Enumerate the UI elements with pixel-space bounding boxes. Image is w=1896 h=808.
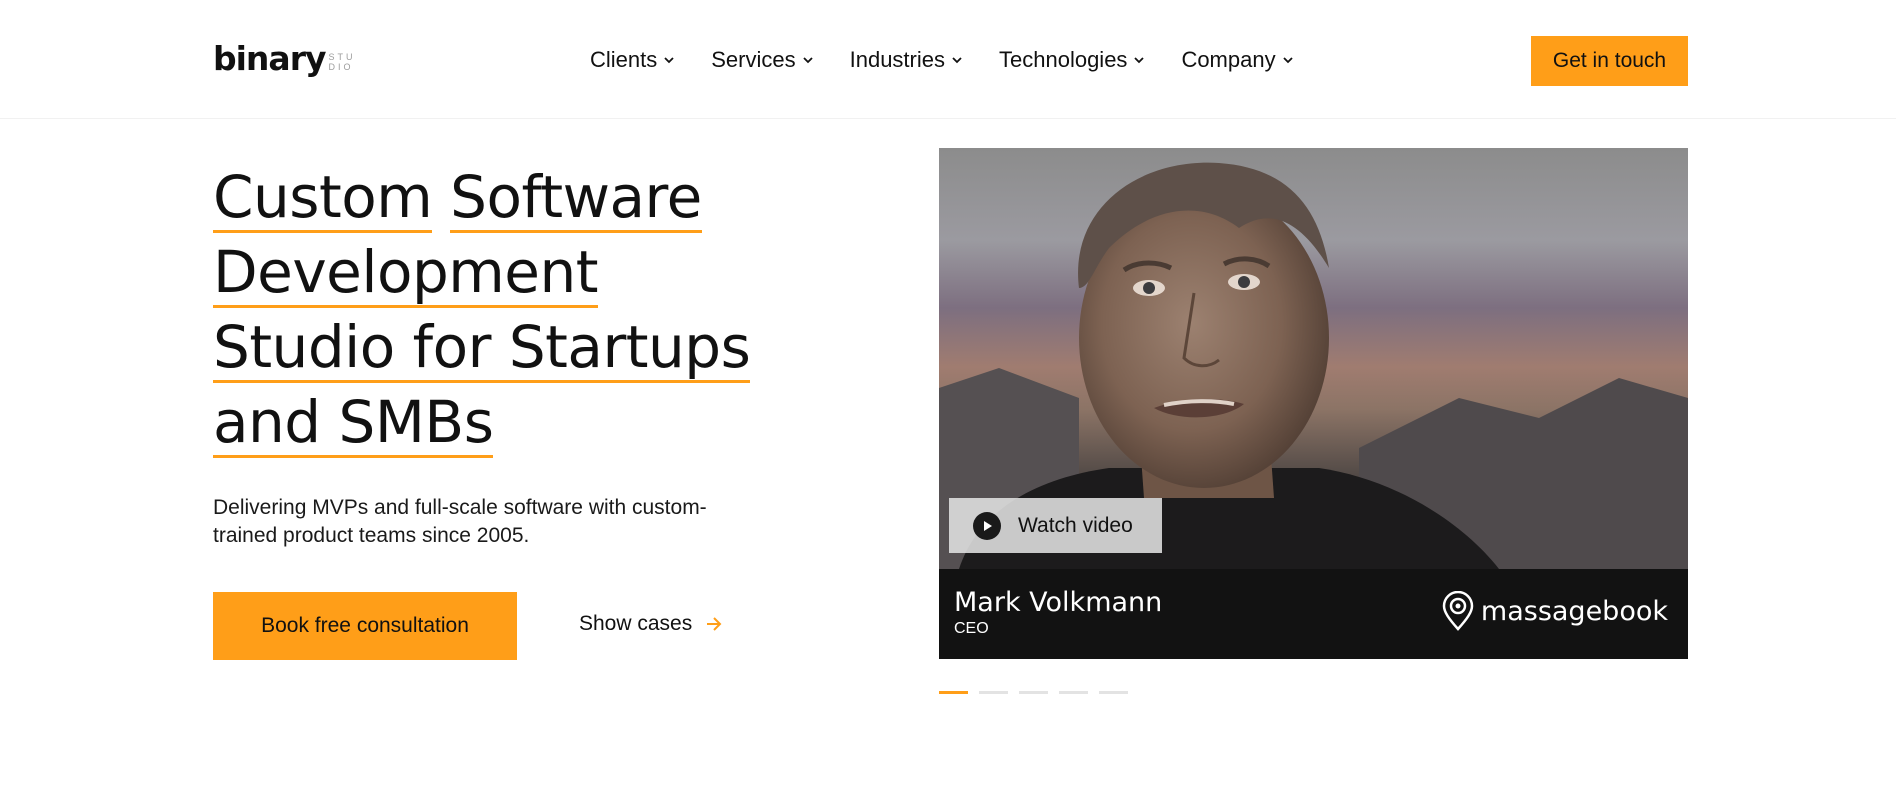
carousel-dot[interactable] [1019,691,1048,694]
hero-title: Custom Software Development Studio for S… [213,160,813,460]
nav-item-company[interactable]: Company [1181,44,1294,76]
hero-title-word-software: Software [450,160,702,235]
carousel-dot[interactable] [1099,691,1128,694]
hero-title-line-smbs: and SMBs [213,385,494,460]
testimonial-person-name: Mark Volkmann [954,587,1163,618]
location-pin-icon [1442,591,1474,631]
show-cases-link[interactable]: Show cases [579,612,724,636]
testimonial-video-thumbnail[interactable]: Watch video [939,148,1688,569]
testimonial-video-card[interactable]: Watch video Mark Volkmann CEO massageboo… [939,148,1688,659]
hero-title-word-custom: Custom [213,160,433,235]
chevron-down-icon [802,57,813,64]
client-logo: massagebook [1441,591,1668,631]
testimonial-caption-bar: Mark Volkmann CEO massagebook [939,569,1688,659]
logo-subtext: STU DIO [328,52,356,72]
book-consultation-button[interactable]: Book free consultation [213,592,517,660]
nav-item-industries[interactable]: Industries [850,44,964,76]
testimonial-person-role: CEO [954,620,989,637]
chevron-down-icon [952,57,962,64]
chevron-down-icon [664,57,674,64]
hero-title-line-development: Development [213,235,598,310]
nav-item-clients[interactable]: Clients [590,44,676,76]
carousel-indicators [939,691,1128,694]
logo-wordmark: binary [213,39,326,78]
client-logo-text: massagebook [1480,595,1668,627]
play-icon [973,511,1001,540]
site-header: binary STU DIO Clients Services Industri… [0,0,1896,119]
carousel-dot[interactable] [1059,691,1088,694]
logo[interactable]: binary STU DIO [213,40,355,78]
main-nav: Clients Services Industries Technologies… [590,44,1330,76]
hero-subtitle: Delivering MVPs and full-scale software … [213,496,707,547]
get-in-touch-button[interactable]: Get in touch [1531,36,1688,86]
hero-title-line-studio: Studio for Startups [213,310,751,385]
arrow-right-icon [707,617,722,631]
nav-item-technologies[interactable]: Technologies [999,44,1146,76]
carousel-dot[interactable] [979,691,1008,694]
carousel-dot[interactable] [939,691,968,694]
chevron-down-icon [1282,57,1293,64]
chevron-down-icon [1134,57,1145,64]
watch-video-button[interactable]: Watch video [949,498,1162,553]
nav-item-services[interactable]: Services [711,44,814,76]
